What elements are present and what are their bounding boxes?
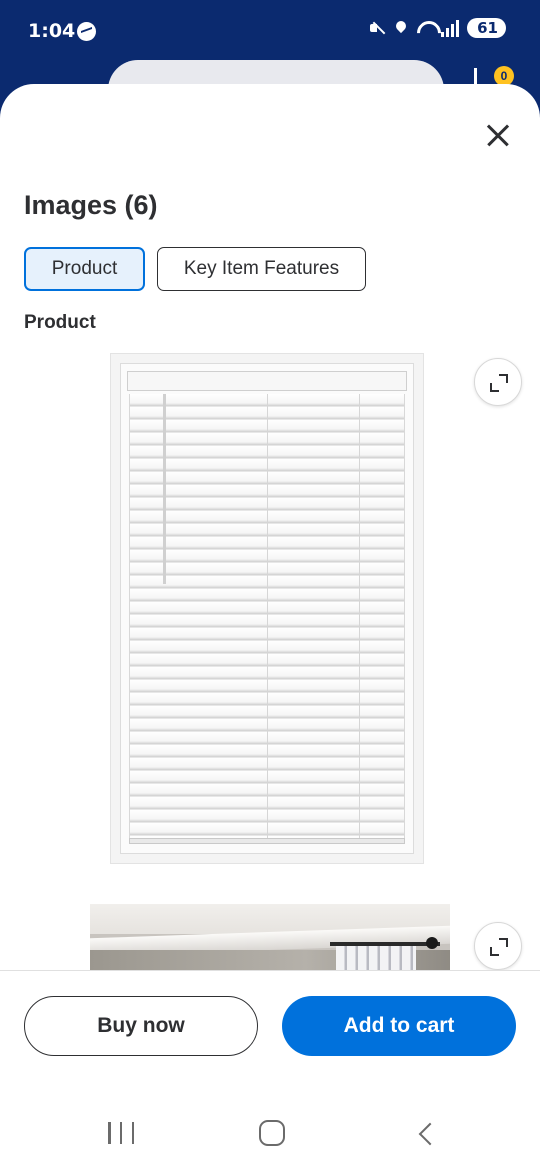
tab-key-item-features[interactable]: Key Item Features	[157, 247, 366, 291]
buy-now-button[interactable]: Buy now	[24, 996, 258, 1056]
recents-icon[interactable]	[108, 1122, 134, 1144]
status-time: 1:04	[28, 20, 76, 42]
product-image-blind[interactable]	[110, 353, 424, 864]
home-icon[interactable]	[259, 1120, 285, 1146]
images-sheet: Images (6) Product Key Item Features Pro…	[0, 84, 540, 1170]
cart-count-badge: 0	[494, 66, 514, 86]
battery-icon: 61	[467, 18, 506, 38]
close-icon[interactable]	[478, 116, 518, 156]
expand-icon	[490, 938, 508, 956]
mute-icon	[369, 19, 385, 37]
expand-image-button[interactable]	[474, 922, 522, 970]
status-bar: 1:04 61	[0, 0, 540, 62]
status-icons: 61	[369, 18, 506, 38]
tab-product[interactable]: Product	[24, 247, 145, 291]
wifi-icon	[417, 19, 433, 37]
location-icon	[393, 19, 409, 37]
back-icon[interactable]	[418, 1122, 434, 1144]
sheet-title: Images (6)	[24, 190, 158, 220]
expand-icon	[490, 374, 508, 392]
signal-icon	[441, 19, 460, 37]
system-nav-bar	[0, 1100, 540, 1170]
messenger-icon	[77, 22, 96, 41]
add-to-cart-button[interactable]: Add to cart	[282, 996, 516, 1056]
expand-image-button[interactable]	[474, 358, 522, 406]
section-label: Product	[24, 312, 96, 333]
